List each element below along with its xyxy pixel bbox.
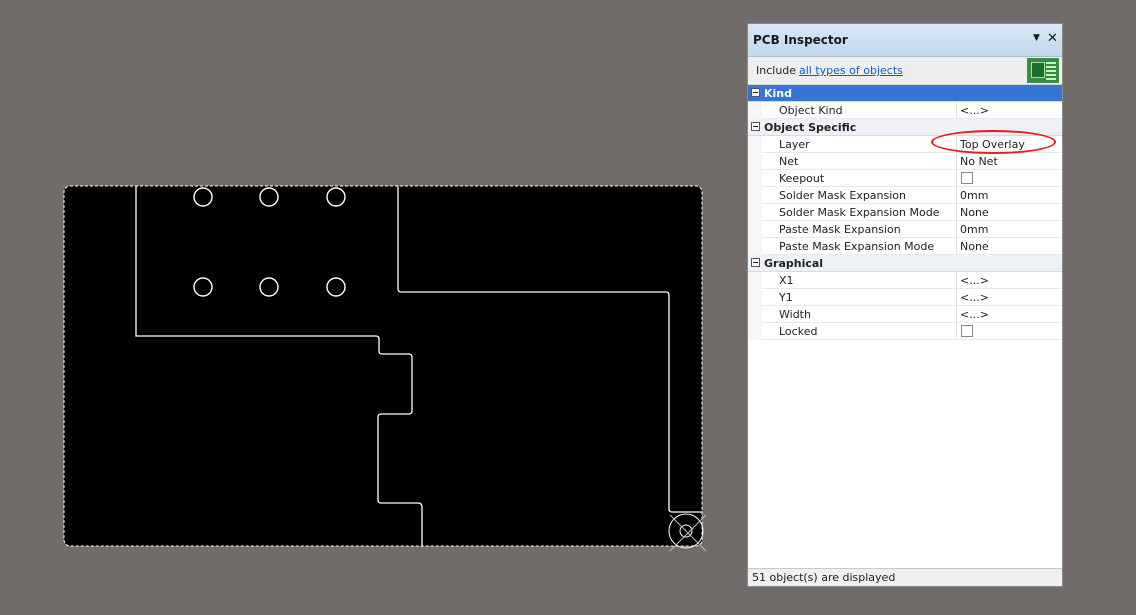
property-row-paste-mask-expansion-mode[interactable]: Paste Mask Expansion Mode None [748,238,1062,255]
property-row-y1[interactable]: Y1 <...> [748,289,1062,306]
section-graphical[interactable]: Graphical [748,255,1062,272]
pcb-filter-icon[interactable] [1027,58,1059,83]
pcb-inspector-panel: PCB Inspector ▼ ✕ Include all types of o… [747,23,1063,587]
property-name: Solder Mask Expansion Mode [779,206,940,219]
include-label: Include [756,64,797,77]
property-name: Solder Mask Expansion [779,189,907,202]
property-grid: Kind Object Kind <...> Object Specific L… [748,85,1062,340]
status-bar: 51 object(s) are displayed [748,568,1062,586]
section-kind[interactable]: Kind [748,85,1062,102]
property-row-solder-mask-expansion[interactable]: Solder Mask Expansion 0mm [748,187,1062,204]
panel-title: PCB Inspector [753,33,848,47]
filter-bar: Include all types of objects [748,57,1062,85]
property-value[interactable]: <...> [960,308,989,321]
property-value[interactable]: <...> [960,104,989,117]
collapse-icon[interactable] [751,258,760,267]
section-label: Object Specific [764,121,857,134]
property-value[interactable]: 0mm [960,223,988,236]
property-name: Width [779,308,811,321]
property-value[interactable]: 0mm [960,189,988,202]
property-name: Paste Mask Expansion Mode [779,240,935,253]
property-value[interactable]: <...> [960,291,989,304]
property-name: Keepout [779,172,825,185]
section-object-specific[interactable]: Object Specific [748,119,1062,136]
section-label: Kind [764,87,792,100]
pcb-canvas[interactable] [0,0,740,615]
property-value[interactable]: No Net [960,155,998,168]
property-row-locked[interactable]: Locked [748,323,1062,340]
pcb-board-drawing[interactable] [0,0,740,615]
property-name: Net [779,155,799,168]
status-text: 51 object(s) are displayed [752,571,896,584]
panel-title-bar[interactable]: PCB Inspector ▼ ✕ [748,24,1062,57]
property-value[interactable]: Top Overlay [960,138,1025,151]
property-row-x1[interactable]: X1 <...> [748,272,1062,289]
property-name: Layer [779,138,810,151]
property-row-width[interactable]: Width <...> [748,306,1062,323]
property-value[interactable]: <...> [960,274,989,287]
section-label: Graphical [764,257,824,270]
property-row-keepout[interactable]: Keepout [748,170,1062,187]
property-name: Locked [779,325,818,338]
property-row-object-kind[interactable]: Object Kind <...> [748,102,1062,119]
close-icon[interactable]: ✕ [1047,31,1058,46]
filter-link[interactable]: all types of objects [799,64,903,77]
property-name: Paste Mask Expansion [779,223,901,236]
property-name: X1 [779,274,794,287]
collapse-icon[interactable] [751,122,760,131]
property-name: Object Kind [779,104,843,117]
property-row-paste-mask-expansion[interactable]: Paste Mask Expansion 0mm [748,221,1062,238]
property-value[interactable]: None [960,240,989,253]
property-row-layer[interactable]: Layer Top Overlay [748,136,1062,153]
property-value[interactable]: None [960,206,989,219]
property-row-solder-mask-expansion-mode[interactable]: Solder Mask Expansion Mode None [748,204,1062,221]
locked-checkbox[interactable] [961,325,973,337]
property-row-net[interactable]: Net No Net [748,153,1062,170]
collapse-icon[interactable] [751,88,760,97]
property-name: Y1 [779,291,793,304]
keepout-checkbox[interactable] [961,172,973,184]
board-shape[interactable] [63,185,703,547]
dropdown-arrow-icon[interactable]: ▼ [1033,33,1040,43]
